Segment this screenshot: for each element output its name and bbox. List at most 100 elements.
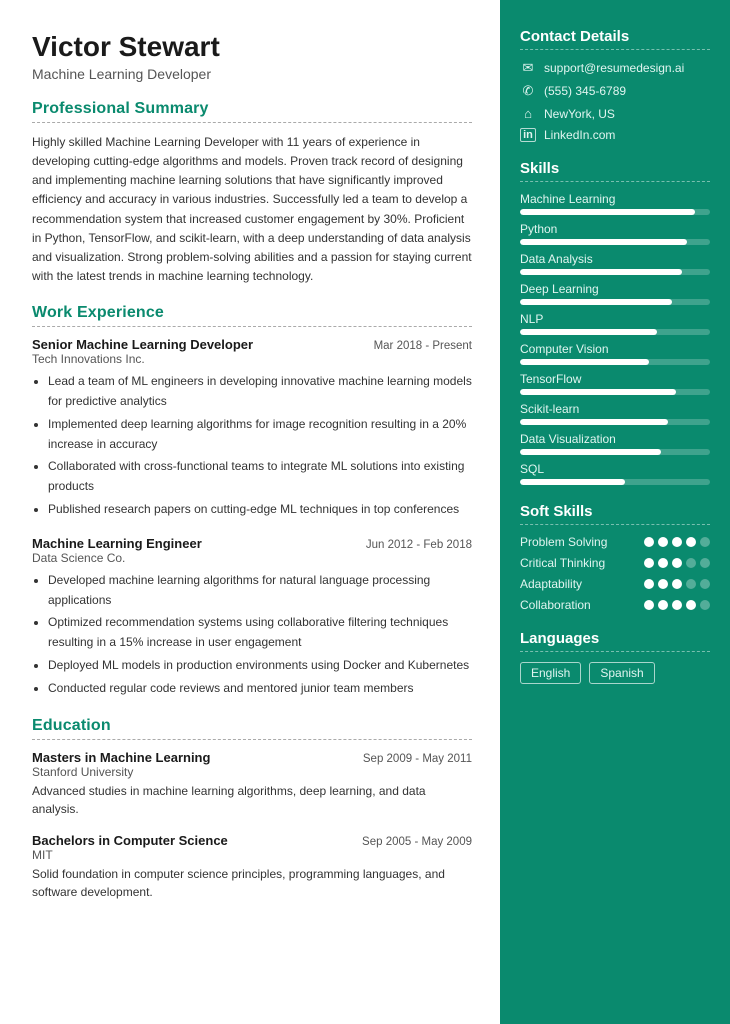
- skill-name: Scikit-learn: [520, 402, 710, 416]
- edu-desc-1: Advanced studies in machine learning alg…: [32, 782, 472, 819]
- soft-skill-row: Problem Solving: [520, 535, 710, 549]
- skill-dot: [672, 579, 682, 589]
- soft-skills-heading: Soft Skills: [520, 503, 710, 520]
- summary-text: Highly skilled Machine Learning Develope…: [32, 133, 472, 287]
- soft-skills-list: Problem Solving Critical Thinking Adapta…: [520, 535, 710, 612]
- soft-skill-name: Critical Thinking: [520, 556, 644, 570]
- skill-bar-bg: [520, 299, 710, 305]
- skill-row: Machine Learning: [520, 192, 710, 215]
- work-header-2: Machine Learning Engineer Jun 2012 - Feb…: [32, 536, 472, 551]
- skill-bar-fill: [520, 299, 672, 305]
- skill-name: Data Analysis: [520, 252, 710, 266]
- edu-item-2: Bachelors in Computer Science Sep 2005 -…: [32, 833, 472, 902]
- languages-divider: [520, 651, 710, 652]
- soft-skills-section: Soft Skills Problem Solving Critical Thi…: [520, 503, 710, 612]
- bullet: Collaborated with cross-functional teams…: [48, 457, 472, 497]
- contact-divider: [520, 49, 710, 50]
- edu-degree-2: Bachelors in Computer Science: [32, 833, 228, 848]
- edu-header-2: Bachelors in Computer Science Sep 2005 -…: [32, 833, 472, 848]
- skills-divider: [520, 181, 710, 182]
- skill-dot: [700, 558, 710, 568]
- skill-dot: [686, 579, 696, 589]
- skill-bar-fill: [520, 329, 657, 335]
- skill-dot: [672, 600, 682, 610]
- language-tag: English: [520, 662, 581, 684]
- contact-phone: ✆ (555) 345-6789: [520, 83, 710, 99]
- work-company-2: Data Science Co.: [32, 551, 472, 565]
- language-tag: Spanish: [589, 662, 654, 684]
- phone-icon: ✆: [520, 83, 536, 99]
- skill-dot: [644, 537, 654, 547]
- skills-list: Machine Learning Python Data Analysis De…: [520, 192, 710, 485]
- skill-dot: [658, 579, 668, 589]
- edu-date-2: Sep 2005 - May 2009: [362, 836, 472, 848]
- bullet: Optimized recommendation systems using c…: [48, 613, 472, 653]
- skill-dot: [686, 600, 696, 610]
- skill-bar-fill: [520, 359, 649, 365]
- soft-skill-dots: [644, 600, 710, 610]
- bullet: Implemented deep learning algorithms for…: [48, 415, 472, 455]
- skill-row: Data Analysis: [520, 252, 710, 275]
- skills-heading: Skills: [520, 160, 710, 177]
- skill-name: SQL: [520, 462, 710, 476]
- resume-container: Victor Stewart Machine Learning Develope…: [0, 0, 730, 1024]
- soft-skill-dots: [644, 579, 710, 589]
- skill-bar-bg: [520, 239, 710, 245]
- work-item-1: Senior Machine Learning Developer Mar 20…: [32, 337, 472, 520]
- skill-name: NLP: [520, 312, 710, 326]
- edu-date-1: Sep 2009 - May 2011: [363, 753, 472, 765]
- summary-heading: Professional Summary: [32, 100, 472, 118]
- skill-name: Deep Learning: [520, 282, 710, 296]
- contact-location-text: NewYork, US: [544, 107, 615, 121]
- edu-item-1: Masters in Machine Learning Sep 2009 - M…: [32, 750, 472, 819]
- work-date-2: Jun 2012 - Feb 2018: [366, 539, 472, 551]
- skill-row: Scikit-learn: [520, 402, 710, 425]
- edu-desc-2: Solid foundation in computer science pri…: [32, 865, 472, 902]
- experience-heading: Work Experience: [32, 304, 472, 322]
- bullet: Published research papers on cutting-edg…: [48, 500, 472, 520]
- edu-header-1: Masters in Machine Learning Sep 2009 - M…: [32, 750, 472, 765]
- skill-dot: [644, 579, 654, 589]
- candidate-name: Victor Stewart: [32, 32, 472, 63]
- skill-bar-bg: [520, 449, 710, 455]
- skill-name: Machine Learning: [520, 192, 710, 206]
- edu-school-2: MIT: [32, 848, 472, 862]
- summary-divider: [32, 122, 472, 123]
- experience-divider: [32, 326, 472, 327]
- edu-school-1: Stanford University: [32, 765, 472, 779]
- skill-bar-bg: [520, 209, 710, 215]
- skill-dot: [686, 558, 696, 568]
- skill-dot: [700, 579, 710, 589]
- contact-email-text: support@resumedesign.ai: [544, 61, 684, 75]
- linkedin-icon: in: [520, 128, 536, 142]
- skill-bar-fill: [520, 389, 676, 395]
- skill-bar-bg: [520, 479, 710, 485]
- skill-bar-fill: [520, 479, 625, 485]
- bullet: Developed machine learning algorithms fo…: [48, 571, 472, 611]
- work-title-1: Senior Machine Learning Developer: [32, 337, 253, 352]
- soft-skills-divider: [520, 524, 710, 525]
- work-bullets-2: Developed machine learning algorithms fo…: [32, 571, 472, 699]
- email-icon: ✉: [520, 60, 536, 76]
- skill-row: TensorFlow: [520, 372, 710, 395]
- skill-row: Python: [520, 222, 710, 245]
- skill-bar-bg: [520, 389, 710, 395]
- soft-skill-dots: [644, 537, 710, 547]
- skill-name: Python: [520, 222, 710, 236]
- skill-dot: [686, 537, 696, 547]
- bullet: Deployed ML models in production environ…: [48, 656, 472, 676]
- contact-phone-text: (555) 345-6789: [544, 84, 626, 98]
- soft-skill-name: Collaboration: [520, 598, 644, 612]
- contact-location: ⌂ NewYork, US: [520, 106, 710, 121]
- work-item-2: Machine Learning Engineer Jun 2012 - Feb…: [32, 536, 472, 699]
- skill-row: Computer Vision: [520, 342, 710, 365]
- edu-degree-1: Masters in Machine Learning: [32, 750, 210, 765]
- contact-email: ✉ support@resumedesign.ai: [520, 60, 710, 76]
- skill-row: Deep Learning: [520, 282, 710, 305]
- work-date-1: Mar 2018 - Present: [374, 340, 472, 352]
- skill-dot: [644, 600, 654, 610]
- contact-heading: Contact Details: [520, 28, 710, 45]
- work-bullets-1: Lead a team of ML engineers in developin…: [32, 372, 472, 520]
- skill-bar-fill: [520, 209, 695, 215]
- education-divider: [32, 739, 472, 740]
